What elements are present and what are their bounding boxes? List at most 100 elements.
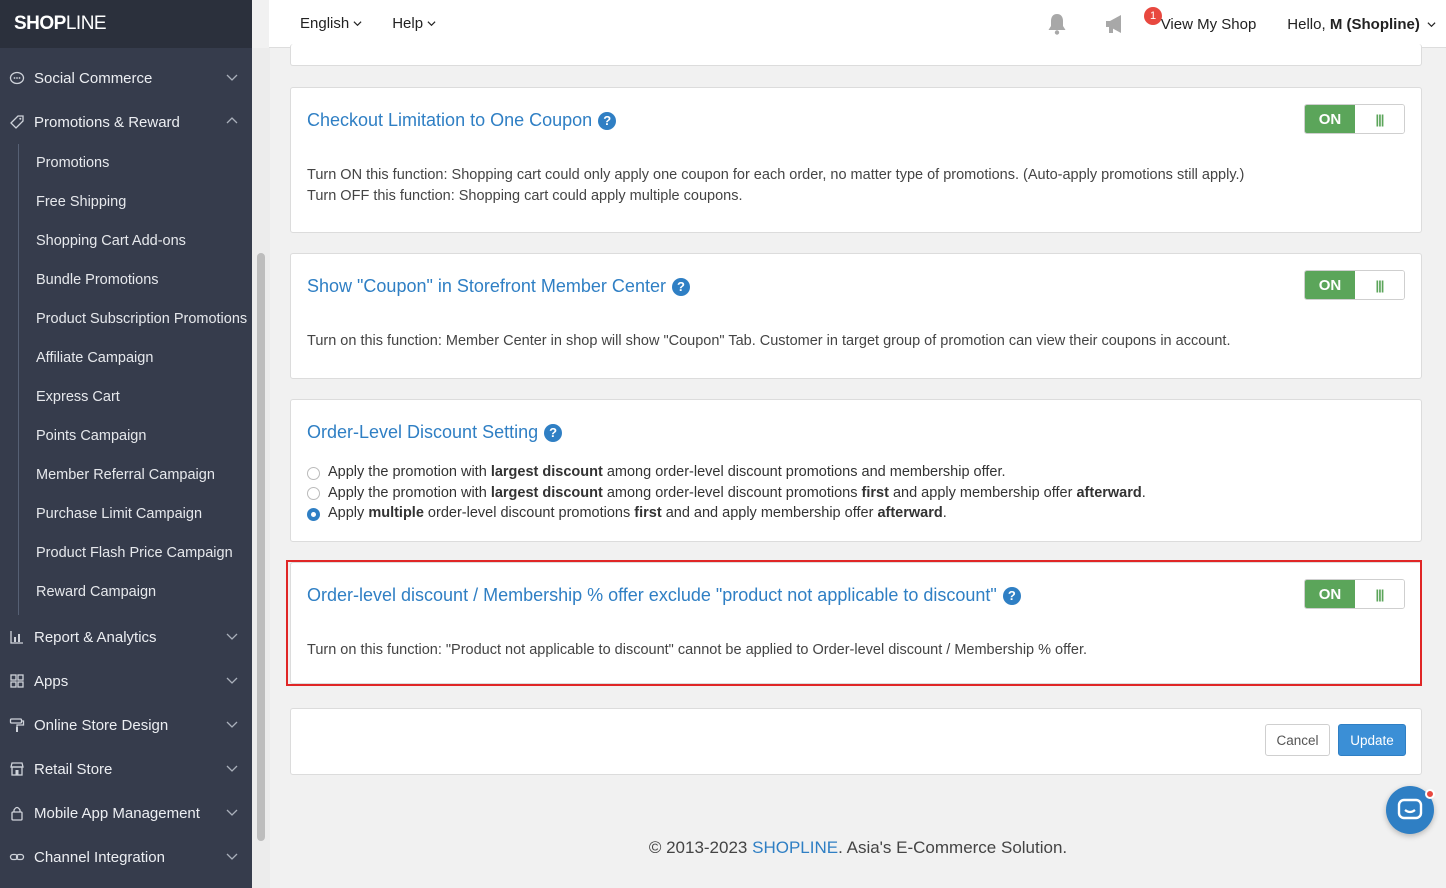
shopline-logo[interactable]: SHOP LINE <box>0 0 252 48</box>
footer-tagline: . Asia's E-Commerce Solution. <box>838 838 1068 857</box>
sidebar-item-points-campaign[interactable]: Points Campaign <box>19 417 252 456</box>
bold-fragment: largest discount <box>490 464 603 480</box>
order-level-discount-card: Order-Level Discount Setting ? Apply the… <box>290 399 1422 542</box>
sidebar-group-promotions-reward[interactable]: Promotions & Reward <box>0 100 252 144</box>
chat-icon <box>1397 798 1423 820</box>
card-title: Show "Coupon" in Storefront Member Cente… <box>307 276 690 297</box>
chevron-down-icon <box>353 21 362 27</box>
checkout-description: Turn ON this function: Shopping cart cou… <box>307 165 1244 207</box>
desc-off-text: Turn OFF this function: Shopping cart co… <box>307 188 743 204</box>
discount-option-label: Apply the promotion with largest discoun… <box>328 485 1146 501</box>
footer: © 2013-2023 SHOPLINE. Asia's E-Commerce … <box>270 838 1446 858</box>
chevron-down-icon <box>427 21 436 27</box>
radio-unchecked[interactable] <box>307 487 320 500</box>
text-fragment: Apply the promotion with <box>328 484 491 501</box>
sidebar-group-apps[interactable]: Apps <box>0 659 252 703</box>
footer-brand-link[interactable]: SHOPLINE <box>752 838 838 857</box>
sidebar-item-product-flash-price-campaign[interactable]: Product Flash Price Campaign <box>19 534 252 573</box>
sidebar-group-label: Report & Analytics <box>34 628 157 646</box>
coupon-toggle[interactable]: ON ||| <box>1304 270 1405 300</box>
chat-unread-dot <box>1425 789 1435 799</box>
sidebar-item-promotions[interactable]: Promotions <box>19 144 252 183</box>
bold-fragment: afterward <box>877 505 943 521</box>
user-name: M (Shopline) <box>1329 15 1420 33</box>
logo-bold-text: SHOP <box>14 13 66 34</box>
toggle-on-label: ON <box>1305 271 1355 299</box>
sidebar-item-express-cart[interactable]: Express Cart <box>19 378 252 417</box>
sidebar-item-free-shipping[interactable]: Free Shipping <box>19 183 252 222</box>
toggle-on-label: ON <box>1305 105 1355 133</box>
chevron-down-icon <box>226 853 238 860</box>
sidebar-item-shopping-cart-add-ons[interactable]: Shopping Cart Add-ons <box>19 222 252 261</box>
coupon-title: Show "Coupon" in Storefront Member Cente… <box>307 276 666 296</box>
text-fragment: . <box>942 505 947 521</box>
sidebar-item-bundle-promotions[interactable]: Bundle Promotions <box>19 261 252 300</box>
order-level-title: Order-Level Discount Setting <box>307 422 539 442</box>
paint-roller-icon <box>8 716 26 734</box>
sidebar-scrollbar[interactable] <box>257 253 265 841</box>
discount-option-3[interactable]: Apply multiple order-level discount prom… <box>307 505 947 521</box>
top-bar: English Help View My Shop Hello, M (Shop… <box>269 0 1446 48</box>
sidebar-group-label: Apps <box>34 672 69 690</box>
help-icon[interactable]: ? <box>598 111 617 130</box>
chevron-down-icon <box>226 677 238 684</box>
bold-fragment: largest discount <box>490 484 603 501</box>
previous-card <box>290 44 1422 66</box>
sidebar-group-retail-store[interactable]: Retail Store <box>0 747 252 791</box>
sidebar-group-label: Retail Store <box>34 760 113 778</box>
sidebar-item-purchase-limit-campaign[interactable]: Purchase Limit Campaign <box>19 495 252 534</box>
chevron-down-icon <box>226 633 238 640</box>
text-fragment: among order-level discount promotions <box>602 484 862 501</box>
store-icon <box>8 760 26 778</box>
checkout-toggle[interactable]: ON ||| <box>1304 104 1405 134</box>
help-menu[interactable]: Help <box>392 15 436 32</box>
checkout-title: Checkout Limitation to One Coupon <box>307 110 593 130</box>
show-coupon-card: Show "Coupon" in Storefront Member Cente… <box>290 253 1422 379</box>
promotions-submenu: Promotions Free Shipping Shopping Cart Add… <box>18 144 252 615</box>
highlight-box <box>286 560 1422 686</box>
bell-icon[interactable] <box>1045 12 1069 36</box>
megaphone-icon[interactable] <box>1103 12 1131 36</box>
discount-option-label: Apply the promotion with largest discoun… <box>328 464 1006 480</box>
discount-option-1[interactable]: Apply the promotion with largest discoun… <box>307 464 1006 480</box>
discount-option-2[interactable]: Apply the promotion with largest discoun… <box>307 485 1146 501</box>
view-my-shop-link[interactable]: View My Shop <box>1161 16 1257 33</box>
user-menu[interactable]: Hello, M (Shopline) <box>1287 16 1436 33</box>
main-content: Checkout Limitation to One Coupon ? ON |… <box>270 44 1446 888</box>
text-fragment: Apply the promotion with <box>328 464 491 480</box>
sidebar-item-product-subscription-promotions[interactable]: Product Subscription Promotions <box>19 300 252 339</box>
sidebar-item-reward-campaign[interactable]: Reward Campaign <box>19 573 252 615</box>
sidebar-group-label: Promotions & Reward <box>34 113 180 131</box>
chevron-down-icon <box>226 721 238 728</box>
help-icon[interactable]: ? <box>544 423 563 442</box>
sidebar-item-member-referral-campaign[interactable]: Member Referral Campaign <box>19 456 252 495</box>
sidebar-group-online-store-design[interactable]: Online Store Design <box>0 703 252 747</box>
help-icon[interactable]: ? <box>671 277 690 296</box>
update-button[interactable]: Update <box>1338 724 1406 756</box>
cancel-button[interactable]: Cancel <box>1265 724 1330 756</box>
sidebar: SHOP LINE Social Commerce Promotions & Rew… <box>0 0 252 888</box>
chevron-down-icon <box>226 74 238 81</box>
help-label: Help <box>392 15 424 32</box>
text-fragment: among order-level discount promotions an… <box>602 464 1006 480</box>
sidebar-group-label: Online Store Design <box>34 716 169 734</box>
card-title: Order-Level Discount Setting ? <box>307 422 563 443</box>
greeting-text: Hello, <box>1287 15 1330 33</box>
sidebar-group-social-commerce[interactable]: Social Commerce <box>0 56 252 100</box>
bold-fragment: afterward <box>1076 484 1142 501</box>
sidebar-group-channel-integration[interactable]: Channel Integration <box>0 835 252 879</box>
text-fragment: order-level discount promotions <box>423 505 635 521</box>
bold-fragment: first <box>634 505 662 521</box>
radio-checked[interactable] <box>307 507 320 521</box>
footer-copyright: © 2013-2023 <box>648 838 753 857</box>
sidebar-item-affiliate-campaign[interactable]: Affiliate Campaign <box>19 339 252 378</box>
sidebar-group-label: Mobile App Management <box>34 804 200 822</box>
sidebar-group-report-analytics[interactable]: Report & Analytics <box>0 615 252 659</box>
coupon-description: Turn on this function: Member Center in … <box>307 333 1231 349</box>
discount-option-label: Apply multiple order-level discount prom… <box>328 505 947 521</box>
language-menu[interactable]: English <box>300 15 362 32</box>
link-icon <box>8 848 26 866</box>
lock-icon <box>8 804 26 822</box>
sidebar-group-mobile-app-management[interactable]: Mobile App Management <box>0 791 252 835</box>
radio-unchecked[interactable] <box>307 466 320 480</box>
